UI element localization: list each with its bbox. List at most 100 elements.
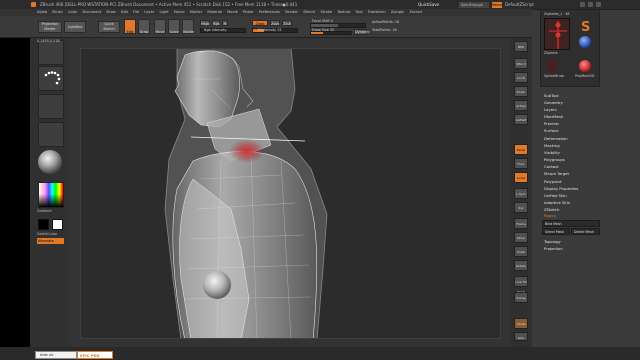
ghost-button[interactable]: Ghost <box>514 318 528 329</box>
projection-master-button[interactable]: Projection Master <box>38 21 62 33</box>
quicksave-button[interactable]: QuickSave <box>418 0 439 9</box>
zsphere-tool-thumb[interactable] <box>544 18 570 50</box>
scroll-button[interactable]: Scroll <box>514 72 528 83</box>
zsphere-small-thumb[interactable] <box>547 60 557 72</box>
menus-toggle[interactable]: Menus <box>492 1 503 8</box>
local-button[interactable]: Local <box>514 172 528 183</box>
default-zscript-button[interactable]: DefaultZScript <box>505 0 534 9</box>
menu-preferences[interactable]: Preferences <box>259 9 280 16</box>
stroke-thumbnail[interactable] <box>38 66 64 91</box>
sphere3d-tool-thumb[interactable] <box>579 36 591 48</box>
color-picker[interactable] <box>38 182 64 208</box>
draw-button[interactable]: Draw <box>138 19 150 34</box>
masking-menu[interactable]: Masking <box>544 143 560 148</box>
menu-zscript[interactable]: Zscript <box>410 9 422 16</box>
fibermesh-menu[interactable]: FiberMesh <box>544 114 563 119</box>
menu-render[interactable]: Render <box>285 9 298 16</box>
polypaint-menu[interactable]: Polypaint <box>544 179 561 184</box>
secondary-color-swatch[interactable] <box>52 219 63 230</box>
menu-alpha[interactable]: Alpha <box>37 9 47 16</box>
frame-button[interactable]: Frame <box>514 218 528 229</box>
draw-size-slider[interactable] <box>310 31 352 35</box>
menu-light[interactable]: Light <box>160 9 169 16</box>
polymesh-tool-thumb[interactable] <box>579 60 591 72</box>
menu-macro[interactable]: Macro <box>174 9 185 16</box>
move-button[interactable]: Move <box>154 19 166 34</box>
menu-draw[interactable]: Draw <box>106 9 115 16</box>
dynamic-button[interactable]: Dynamic <box>354 29 370 35</box>
menu-edit[interactable]: Edit <box>121 9 128 16</box>
subtool-menu[interactable]: SubTool <box>544 93 559 98</box>
lightbox-button[interactable]: LightBox <box>64 21 86 33</box>
alpha-thumbnail[interactable] <box>38 94 64 119</box>
topology-menu[interactable]: Topology <box>544 239 561 244</box>
epic-pen-button[interactable]: EPIC PEN <box>77 351 113 359</box>
quick-sketch-button[interactable]: Quick Sketch <box>98 21 120 33</box>
menu-tool[interactable]: Tool <box>356 9 363 16</box>
rotate-view-button[interactable]: Rotate <box>514 260 528 271</box>
aahalf-button[interactable]: AAHalf <box>514 114 528 125</box>
select-mesh-button[interactable]: Select Mesh <box>542 228 570 235</box>
close-icon[interactable] <box>596 2 601 7</box>
contact-menu[interactable]: Contact <box>544 164 559 169</box>
deformation-menu[interactable]: Deformation <box>544 136 568 141</box>
projection-menu[interactable]: Projection <box>544 246 563 251</box>
display-properties-menu[interactable]: Display Properties <box>544 186 578 191</box>
lsym-button[interactable]: L.Sym <box>514 188 528 199</box>
unified-skin-menu[interactable]: Unified Skin <box>544 193 567 198</box>
solo-button[interactable]: Solo <box>514 332 528 341</box>
menu-color[interactable]: Color <box>68 9 77 16</box>
polygroups-menu[interactable]: Polygroups <box>544 157 565 162</box>
morph-target-menu[interactable]: Morph Target <box>544 171 569 176</box>
xyz-button[interactable]: Xyz <box>514 202 528 213</box>
zcut-button[interactable]: Zcut <box>282 20 292 26</box>
maximize-icon[interactable] <box>588 2 593 7</box>
bpr-button[interactable]: BPR <box>514 41 528 52</box>
scale-view-button[interactable]: Scale <box>514 246 528 257</box>
brush-thumbnail[interactable] <box>38 40 64 65</box>
switch-color-label[interactable]: SwitchColor <box>37 232 57 236</box>
rgb-button[interactable]: Rgb <box>212 20 220 26</box>
taskbar-search-input[interactable]: hide nb <box>35 351 77 359</box>
actual-button[interactable]: Actual <box>514 100 528 111</box>
menu-document[interactable]: Document <box>83 9 102 16</box>
transp-button[interactable]: Transp <box>514 292 528 303</box>
zoom-button[interactable]: Zoom <box>514 86 528 97</box>
geometry-menu[interactable]: Geometry <box>544 100 563 105</box>
menu-file[interactable]: File <box>133 9 139 16</box>
menu-layer[interactable]: Layer <box>144 9 154 16</box>
move-view-button[interactable]: Move <box>514 232 528 243</box>
floor-button[interactable]: Floor <box>514 158 528 169</box>
alternate-button[interactable]: Alternate <box>37 238 64 244</box>
preview-menu[interactable]: Preview <box>544 121 559 126</box>
bind-mesh-button[interactable]: Bind Mesh <box>542 220 600 227</box>
menu-transform[interactable]: Transform <box>368 9 386 16</box>
adaptive-skin-menu[interactable]: Adaptive Skin <box>544 200 570 205</box>
zsketch-menu[interactable]: ZSketch <box>544 207 559 212</box>
see-through-slider[interactable]: See-through <box>459 1 489 8</box>
menu-material[interactable]: Material <box>207 9 222 16</box>
rotate-button[interactable]: Rotate <box>182 19 194 34</box>
scale-button[interactable]: Scale <box>168 19 180 34</box>
zsub-button[interactable]: Zsub <box>270 20 280 26</box>
mrgb-button[interactable]: Mrgb <box>200 20 210 26</box>
menu-texture[interactable]: Texture <box>337 9 350 16</box>
m-button[interactable]: M <box>222 20 228 26</box>
main-color-swatch[interactable] <box>38 219 49 230</box>
sphere-brush-thumb[interactable]: S <box>579 18 593 35</box>
visibility-menu[interactable]: Visibility <box>544 150 560 155</box>
menu-stencil[interactable]: Stencil <box>303 9 315 16</box>
persp-button[interactable]: Persp <box>514 144 528 155</box>
minimize-icon[interactable] <box>580 2 585 7</box>
surface-menu[interactable]: Surface <box>544 128 558 133</box>
menu-marker[interactable]: Marker <box>190 9 202 16</box>
menu-zplugin[interactable]: Zplugin <box>391 9 405 16</box>
edit-button[interactable]: Edit <box>124 19 136 34</box>
zadd-button[interactable]: Zadd <box>252 20 268 26</box>
spix-button[interactable]: SPix 3 <box>514 58 528 69</box>
layers-menu[interactable]: Layers <box>544 107 557 112</box>
canvas-viewport[interactable] <box>80 48 501 339</box>
rigging-menu[interactable]: Rigging <box>544 214 556 218</box>
texture-thumbnail[interactable] <box>38 122 64 147</box>
polyf-button[interactable]: Line Fill PolyF <box>514 276 528 294</box>
